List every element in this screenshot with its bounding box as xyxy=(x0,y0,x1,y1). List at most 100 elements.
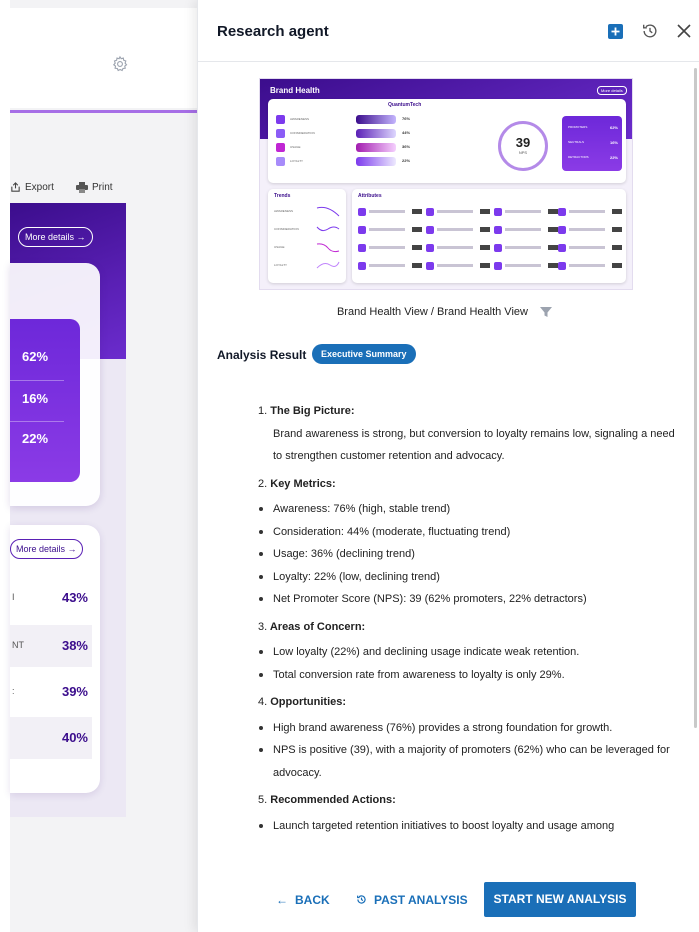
trend-sparkline xyxy=(316,226,340,232)
funnel-row: USAGE 36% xyxy=(276,143,416,152)
background-funnel-card: 62% 16% 22% xyxy=(10,263,100,506)
thumbnail-title: Brand Health xyxy=(270,86,320,95)
funnel-icon xyxy=(276,143,285,152)
detractors-value: 22% xyxy=(22,431,49,446)
executive-summary-badge[interactable]: Executive Summary xyxy=(312,344,416,364)
analysis-result-label: Analysis Result xyxy=(217,348,307,362)
research-agent-panel: Research agent Brand Health More details… xyxy=(197,0,699,932)
view-caption-text: Brand Health View / Brand Health View xyxy=(336,306,528,318)
panel-footer: ← BACK PAST ANALYSIS START NEW ANALYSIS xyxy=(198,862,699,932)
concern-list: Low loyalty (22%) and declining usage in… xyxy=(258,641,686,686)
section-title: 2. Key Metrics: xyxy=(258,477,336,490)
section-recommended-actions: 5. Recommended Actions: Launch targeted … xyxy=(258,789,686,837)
history-icon[interactable] xyxy=(641,22,659,40)
more-details-button[interactable]: More details → xyxy=(10,539,83,559)
actions-list: Launch targeted retention initiatives to… xyxy=(258,815,686,838)
close-icon[interactable] xyxy=(675,22,693,40)
section-areas-of-concern: 3. Areas of Concern: Low loyalty (22%) a… xyxy=(258,616,686,687)
list-item: NPS is positive (39), with a majority of… xyxy=(258,739,686,784)
list-item: Consideration: 44% (moderate, fluctuatin… xyxy=(258,521,686,544)
background-edge xyxy=(0,0,10,932)
more-details-button[interactable]: More details → xyxy=(18,227,93,247)
list-item: Low loyalty (22%) and declining usage in… xyxy=(258,641,686,664)
section-key-metrics: 2. Key Metrics: Awareness: 76% (high, st… xyxy=(258,473,686,611)
print-label: Print xyxy=(92,182,113,193)
background-toolbar: Export Print xyxy=(10,180,200,200)
thumbnail-more-details: More details xyxy=(597,86,627,95)
divider xyxy=(10,380,64,381)
neutrals-value: 16% xyxy=(22,391,49,406)
list-item: Launch targeted retention initiatives to… xyxy=(258,815,686,838)
scrollbar[interactable] xyxy=(693,62,699,862)
list-item: Awareness: 76% (high, stable trend) xyxy=(258,498,686,521)
thumbnail-funnel-card: QuantumTech AWARENESS 76% CONSIDERATION … xyxy=(268,99,626,183)
back-button[interactable]: ← BACK xyxy=(276,893,330,907)
view-caption: Brand Health View / Brand Health View xyxy=(198,305,692,319)
background-accent-line xyxy=(10,110,200,113)
print-button[interactable]: Print xyxy=(76,182,113,193)
section-title: 5. Recommended Actions: xyxy=(258,794,396,806)
arrow-right-icon: → xyxy=(76,232,86,242)
funnel-row: LOYALTY 22% xyxy=(276,157,416,166)
nps-gauge: 39 NPS xyxy=(498,121,548,171)
brand-health-thumbnail[interactable]: Brand Health More details QuantumTech AW… xyxy=(259,78,633,290)
list-item: Total conversion rate from awareness to … xyxy=(258,664,686,687)
thumbnail-nps-breakdown: PROMOTERS 62% NEUTRALS 16% DETRACTORS 22% xyxy=(562,116,622,171)
screen: Export Print More details → 62% 16% 22% xyxy=(0,0,699,932)
trend-sparkline xyxy=(316,206,340,217)
list-item: High brand awareness (76%) provides a st… xyxy=(258,717,686,740)
background-topbar xyxy=(10,8,200,108)
section-opportunities: 4. Opportunities: High brand awareness (… xyxy=(258,691,686,784)
panel-title: Research agent xyxy=(217,23,329,40)
attribute-row: 40% xyxy=(10,717,92,759)
funnel-icon xyxy=(276,115,285,124)
funnel-bar xyxy=(356,157,396,166)
attribute-row: NT 38% xyxy=(10,625,92,667)
funnel-bar xyxy=(356,143,396,152)
divider xyxy=(10,421,64,422)
background-dashboard: Export Print More details → 62% 16% 22% xyxy=(0,0,200,932)
section-title: 1. The Big Picture: xyxy=(258,405,355,417)
section-big-picture: 1. The Big Picture: Brand awareness is s… xyxy=(258,400,686,468)
funnel-icon xyxy=(276,129,285,138)
new-analysis-icon[interactable] xyxy=(608,24,623,39)
filter-icon[interactable] xyxy=(539,305,553,319)
list-item: Net Promoter Score (NPS): 39 (62% promot… xyxy=(258,588,686,611)
panel-header: Research agent xyxy=(198,0,699,62)
scrollbar-thumb[interactable] xyxy=(694,68,697,728)
thumbnail-attributes-card: Attributes xyxy=(352,189,626,283)
section-title: 3. Areas of Concern: xyxy=(258,620,366,633)
analysis-content: 1. The Big Picture: Brand awareness is s… xyxy=(258,400,686,842)
arrow-right-icon: → xyxy=(67,544,77,554)
section-body: Brand awareness is strong, but conversio… xyxy=(273,427,675,463)
promoters-value: 62% xyxy=(22,349,49,364)
thumbnail-trends-card: Trends AWARENESS CONSIDERATION USAGE LOY… xyxy=(268,189,346,283)
history-icon xyxy=(357,895,366,904)
attribute-row: I 43% xyxy=(12,590,88,605)
export-button[interactable]: Export xyxy=(10,182,54,193)
list-item: Loyalty: 22% (low, declining trend) xyxy=(258,566,686,589)
trend-sparkline xyxy=(316,243,340,253)
printer-icon xyxy=(76,182,88,193)
start-new-analysis-button[interactable]: START NEW ANALYSIS xyxy=(484,882,636,917)
arrow-left-icon: ← xyxy=(276,893,288,907)
nps-breakdown-box: 62% 16% 22% xyxy=(10,319,80,482)
background-attributes-card: More details → I 43% NT 38% : 39% 40% xyxy=(10,525,100,793)
funnel-icon xyxy=(276,157,285,166)
funnel-bar xyxy=(356,115,396,124)
quantumtech-logo: QuantumTech xyxy=(388,102,422,108)
section-title: 4. Opportunities: xyxy=(258,696,347,708)
key-metrics-list: Awareness: 76% (high, stable trend) Cons… xyxy=(258,498,686,611)
opportunities-list: High brand awareness (76%) provides a st… xyxy=(258,717,686,785)
funnel-row: AWARENESS 76% xyxy=(276,115,416,124)
export-label: Export xyxy=(25,182,54,193)
trend-sparkline xyxy=(316,261,340,269)
attribute-row: : 39% xyxy=(12,684,88,699)
funnel-row: CONSIDERATION 44% xyxy=(276,129,416,138)
gear-icon[interactable] xyxy=(111,55,129,73)
past-analysis-button[interactable]: PAST ANALYSIS xyxy=(356,893,468,907)
background-brand-health-panel: More details → 62% 16% 22% More details … xyxy=(10,203,126,817)
export-icon xyxy=(11,182,20,192)
funnel-bar xyxy=(356,129,396,138)
list-item: Usage: 36% (declining trend) xyxy=(258,543,686,566)
